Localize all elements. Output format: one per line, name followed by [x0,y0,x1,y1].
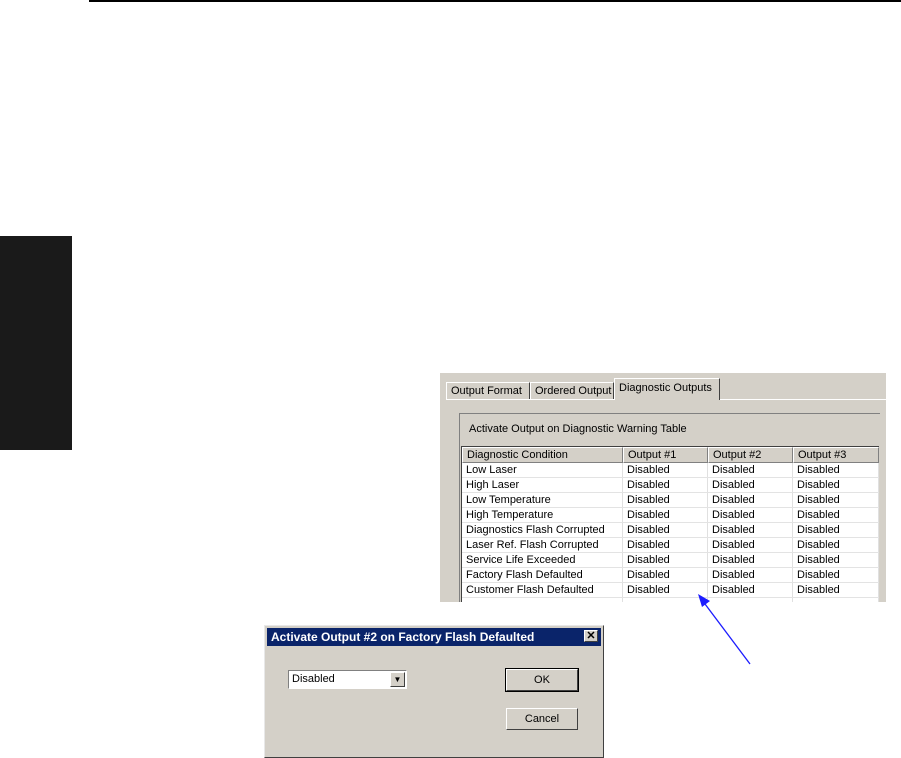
table-row[interactable]: Low Laser Disabled Disabled Disabled [462,463,879,478]
cell-output-2: Disabled [708,568,793,582]
cell-condition: Laser Ref. Flash Corrupted [462,538,623,552]
pointer-arrow [698,594,751,665]
output-state-select[interactable]: Disabled ▼ [288,670,407,689]
diagnostic-warning-table: Diagnostic Condition Output #1 Output #2… [461,446,879,602]
tab-ordered-output[interactable]: Ordered Output [530,382,614,399]
cell-output-1: Disabled [623,568,708,582]
cell-output-3: Disabled [793,478,879,492]
cell-output-1: Disabled [623,463,708,477]
cell-output-1: Disabled [623,478,708,492]
cancel-button[interactable]: Cancel [506,708,578,730]
table-row[interactable]: High Laser Disabled Disabled Disabled [462,478,879,493]
cell-output-3: Disabled [793,493,879,507]
top-rule [89,0,901,2]
activate-output-dialog: Activate Output #2 on Factory Flash Defa… [264,625,604,758]
dialog-title: Activate Output #2 on Factory Flash Defa… [271,630,535,644]
table-header: Diagnostic Condition Output #1 Output #2… [462,447,879,463]
cell-output-1: Disabled [623,538,708,552]
cell-output-2: Disabled [708,493,793,507]
table-row[interactable]: Customer Flash Defaulted Disabled Disabled… [462,583,879,598]
column-header-output-2[interactable]: Output #2 [708,447,793,463]
tab-diagnostic-outputs[interactable]: Diagnostic Outputs [614,378,720,400]
cell-output-2: Disabled [708,538,793,552]
table-row[interactable]: Laser Ref. Flash Corrupted Disabled Disabl… [462,538,879,553]
cell-output-2: Disabled [708,508,793,522]
cell-output-2: Disabled [708,463,793,477]
arrow-head [698,594,710,607]
tab-output-format[interactable]: Output Format [446,382,530,399]
cell-output-1: Disabled [623,493,708,507]
cell-condition: Low Laser [462,463,623,477]
table-row[interactable]: Factory Flash Defaulted Disabled Disabled D… [462,568,879,583]
cell-output-3: Disabled [793,523,879,537]
table-row[interactable]: Low Temperature Disabled Disabled Disabled [462,493,879,508]
cell-output-3 [793,598,879,602]
cell-output-1: Disabled [623,553,708,567]
cell-condition [462,598,623,602]
table-row[interactable]: High Temperature Disabled Disabled Disabled [462,508,879,523]
cell-output-3: Disabled [793,538,879,552]
cell-output-2: Disabled [708,553,793,567]
cell-condition: Customer Flash Defaulted [462,583,623,597]
table-row[interactable]: Diagnostics Flash Corrupted Disabled Disab… [462,523,879,538]
cell-condition: Diagnostics Flash Corrupted [462,523,623,537]
cell-output-3: Disabled [793,508,879,522]
cell-output-3: Disabled [793,553,879,567]
tab-strip: Output Format Ordered Output Diagnostic … [446,377,886,400]
cell-output-3: Disabled [793,463,879,477]
cell-condition: Service Life Exceeded [462,553,623,567]
select-value: Disabled [292,673,335,685]
chapter-side-tab [0,236,72,450]
cell-output-2: Disabled [708,478,793,492]
cell-output-2: Disabled [708,523,793,537]
table-row[interactable] [462,598,879,602]
cell-condition: Low Temperature [462,493,623,507]
cell-condition: Factory Flash Defaulted [462,568,623,582]
close-icon[interactable]: ✕ [584,630,598,642]
cell-output-3: Disabled [793,583,879,597]
cell-condition: High Temperature [462,508,623,522]
ok-button[interactable]: OK [505,668,579,692]
column-header-condition[interactable]: Diagnostic Condition [462,447,623,463]
column-header-output-1[interactable]: Output #1 [623,447,708,463]
cell-condition: High Laser [462,478,623,492]
cell-output-1: Disabled [623,523,708,537]
table-row[interactable]: Service Life Exceeded Disabled Disabled Dis… [462,553,879,568]
cell-output-1: Disabled [623,508,708,522]
diagnostic-outputs-window: Output Format Ordered Output Diagnostic … [440,373,886,602]
arrow-shaft [701,599,751,665]
chevron-down-icon[interactable]: ▼ [390,672,405,687]
dialog-title-bar[interactable]: Activate Output #2 on Factory Flash Defa… [267,628,601,646]
group-title: Activate Output on Diagnostic Warning Ta… [469,423,687,435]
cell-output-3: Disabled [793,568,879,582]
column-header-output-3[interactable]: Output #3 [793,447,879,463]
table-body: Low Laser Disabled Disabled Disabled High La… [462,463,879,602]
